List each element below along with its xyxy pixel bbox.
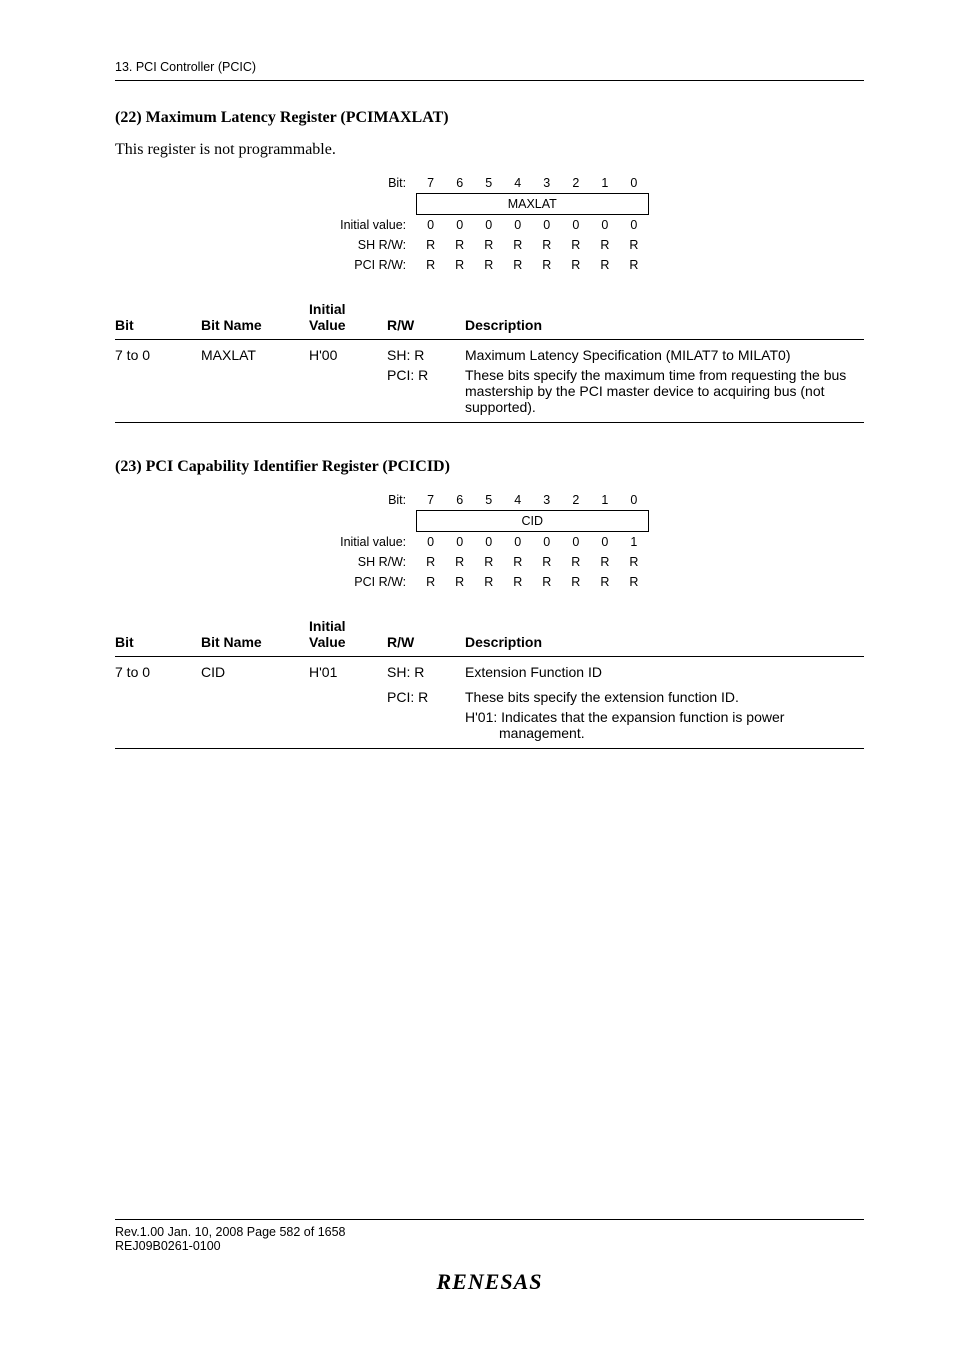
- pci-rw-label: PCI R/W:: [330, 572, 416, 592]
- th-rw: R/W: [387, 295, 465, 340]
- footer-doc-id: REJ09B0261-0100: [115, 1239, 864, 1253]
- sh-rw-row: SH R/W: R R R R R R R R: [330, 235, 648, 255]
- section-22-bit-layout: Bit: 7 6 5 4 3 2 1 0 MAXLAT Initial valu…: [330, 173, 649, 275]
- initial-value-row: Initial value: 0 0 0 0 0 0 0 1: [330, 532, 648, 553]
- table-row: PCI: R These bits specify the maximum ti…: [115, 365, 864, 423]
- section-23-desc-table: Bit Bit Name Initial Value R/W Descripti…: [115, 612, 864, 749]
- section-22-desc-table: Bit Bit Name Initial Value R/W Descripti…: [115, 295, 864, 423]
- pci-rw-row: PCI R/W: R R R R R R R R: [330, 572, 648, 592]
- pci-rw-label: PCI R/W:: [330, 255, 416, 275]
- bit-number-row: Bit: 7 6 5 4 3 2 1 0: [330, 490, 648, 511]
- section-23-bit-layout: Bit: 7 6 5 4 3 2 1 0 CID Initial value: …: [330, 490, 649, 592]
- register-name-row: MAXLAT: [330, 194, 648, 215]
- footer-rev-line: Rev.1.00 Jan. 10, 2008 Page 582 of 1658: [115, 1225, 864, 1239]
- bit-label: Bit:: [330, 490, 416, 511]
- th-description: Description: [465, 612, 864, 657]
- table-row: H'01: Indicates that the expansion funct…: [115, 707, 864, 749]
- th-initial-value: Initial Value: [309, 295, 387, 340]
- initial-value-label: Initial value:: [330, 532, 416, 553]
- th-bit: Bit: [115, 612, 201, 657]
- register-name-row: CID: [330, 511, 648, 532]
- th-bit: Bit: [115, 295, 201, 340]
- initial-value-row: Initial value: 0 0 0 0 0 0 0 0: [330, 215, 648, 236]
- sh-rw-row: SH R/W: R R R R R R R R: [330, 552, 648, 572]
- initial-value-label: Initial value:: [330, 215, 416, 236]
- sh-rw-label: SH R/W:: [330, 552, 416, 572]
- register-name: MAXLAT: [416, 194, 648, 215]
- table-row: 7 to 0 MAXLAT H'00 SH: R Maximum Latency…: [115, 340, 864, 366]
- th-description: Description: [465, 295, 864, 340]
- section-22-title: (22) Maximum Latency Register (PCIMAXLAT…: [115, 109, 864, 127]
- th-initial-value: Initial Value: [309, 612, 387, 657]
- bit-label: Bit:: [330, 173, 416, 194]
- bit-number-row: Bit: 7 6 5 4 3 2 1 0: [330, 173, 648, 194]
- pci-rw-row: PCI R/W: R R R R R R R R: [330, 255, 648, 275]
- th-rw: R/W: [387, 612, 465, 657]
- page-footer: Rev.1.00 Jan. 10, 2008 Page 582 of 1658 …: [115, 1219, 864, 1295]
- table-row: 7 to 0 CID H'01 SH: R Extension Function…: [115, 657, 864, 683]
- table-row: PCI: R These bits specify the extension …: [115, 682, 864, 707]
- renesas-logo: RENESAS: [115, 1269, 864, 1295]
- sh-rw-label: SH R/W:: [330, 235, 416, 255]
- section-22-intro: This register is not programmable.: [115, 141, 864, 159]
- th-bitname: Bit Name: [201, 295, 309, 340]
- register-name: CID: [416, 511, 648, 532]
- th-bitname: Bit Name: [201, 612, 309, 657]
- section-23-title: (23) PCI Capability Identifier Register …: [115, 458, 864, 476]
- running-header: 13. PCI Controller (PCIC): [115, 60, 864, 81]
